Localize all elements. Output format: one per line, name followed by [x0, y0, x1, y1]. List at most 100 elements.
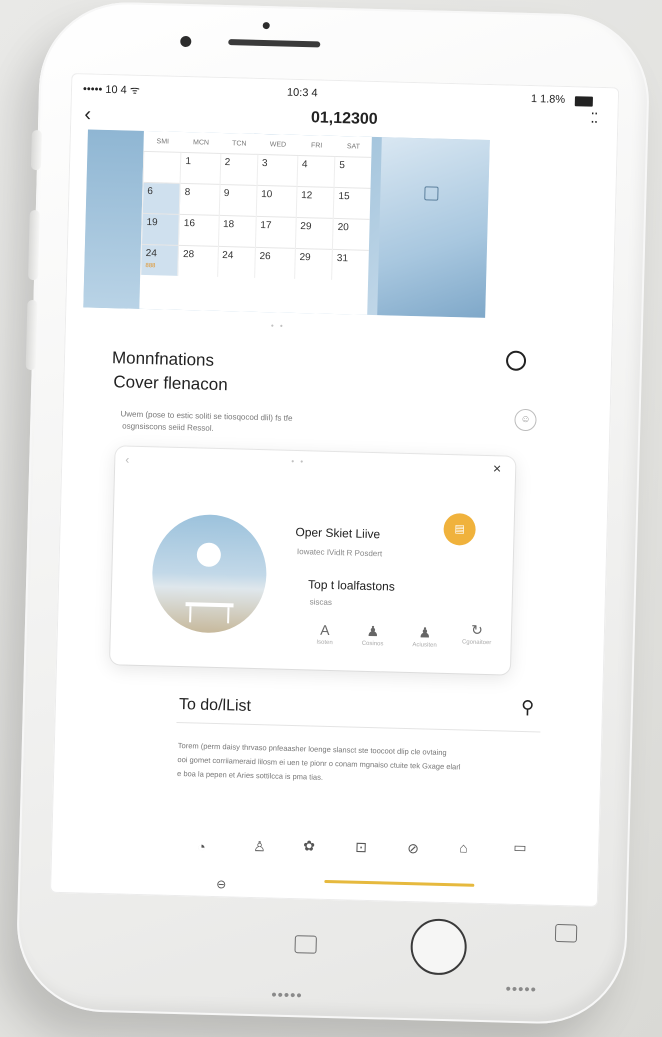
signal-status: ••••• 10 4 ᯤ	[82, 83, 140, 97]
card-pager-dots: • •	[291, 456, 306, 467]
front-camera	[180, 35, 192, 48]
folder-icon[interactable]: ▭	[513, 839, 527, 856]
photo-icon	[424, 186, 439, 201]
action-isoten[interactable]: A Isoten	[303, 621, 348, 646]
active-tab-indicator	[324, 879, 475, 887]
weekday-label: MCN	[193, 138, 210, 147]
search-icon[interactable]: ⚲	[521, 697, 535, 718]
battery-icon	[574, 96, 593, 107]
earpiece-speaker	[228, 39, 321, 48]
calendar-day[interactable]: 16	[178, 214, 219, 247]
card-title: Oper Skiet Liive	[295, 525, 381, 542]
calendar-day[interactable]: 29	[295, 217, 334, 250]
calendar-day-tag: 888	[145, 263, 156, 270]
calendar-grid: SMI MCN TCN WED FRI SAT 1 2 3 4 5 6 8 9 …	[139, 130, 372, 315]
flower-icon[interactable]: ✿	[303, 837, 315, 854]
todo-text-line3: e boa la pepen et Aries sottilcca is pma…	[177, 769, 324, 782]
person-icon[interactable]: ♙	[253, 838, 266, 855]
action-cgonaitoer[interactable]: ↻ Cgonaitoer	[455, 621, 500, 647]
calendar-left-decor	[83, 129, 144, 309]
calendar-day[interactable]: 8	[179, 183, 220, 216]
calendar-day-number: 24	[145, 248, 157, 260]
section-description-line2: osgnsiscons seiid Ressol.	[122, 421, 214, 433]
volume-up-button	[27, 209, 40, 281]
card-heading2: Top t loalfastons	[307, 577, 395, 594]
emoji-icon[interactable]: ⊖	[216, 877, 226, 891]
bench-shape	[185, 602, 234, 608]
battery-status: 1 1.8%	[530, 93, 566, 106]
calendar-day[interactable]: 17	[255, 216, 297, 249]
camera-icon[interactable]: ⊡	[355, 839, 367, 856]
bench-leg	[227, 607, 230, 624]
bench-leg	[189, 606, 192, 623]
card-photo-disc	[150, 513, 268, 635]
home-button[interactable]	[408, 916, 470, 978]
calendar-day[interactable]: 5	[334, 156, 372, 189]
close-icon[interactable]: ×	[493, 460, 502, 476]
calendar-day[interactable]: 4	[296, 155, 336, 188]
calendar-day[interactable]: 26	[254, 247, 296, 279]
calendar-day[interactable]: 15	[333, 187, 371, 220]
weekday-label: SMI	[156, 137, 170, 146]
calendar-day[interactable]: 12	[296, 186, 335, 219]
clock-icon[interactable]: ◔	[197, 839, 206, 855]
calendar-day[interactable]	[143, 151, 182, 184]
action-cosinos[interactable]: ♟ Cosinos	[351, 623, 396, 648]
calendar-day[interactable]: 1	[180, 152, 221, 185]
volume-down-button	[25, 299, 38, 371]
person-icon: ♟	[366, 622, 380, 640]
media-card: ‹ • • × Oper Skiet Liive Iowatec IVidlt …	[109, 446, 516, 675]
refresh-icon: ↻	[470, 621, 484, 638]
action-label: Isoten	[316, 639, 333, 647]
calendar-day[interactable]: 9	[218, 184, 257, 217]
grid-dots-icon[interactable]: ⁚⁚	[590, 110, 600, 126]
section-title-line1: Monnfnations	[111, 348, 215, 370]
pager-dots: • •	[270, 321, 285, 331]
proximity-sensor	[262, 21, 270, 30]
card-back-icon[interactable]: ‹	[125, 453, 129, 467]
link-icon[interactable]: ⊘	[407, 840, 419, 857]
calendar-day[interactable]: 6	[142, 182, 181, 215]
disc-center	[196, 542, 222, 568]
speaker-grill-left: •••••	[271, 986, 303, 1005]
calendar-day[interactable]: 3	[256, 154, 298, 187]
smiley-icon[interactable]: ☺	[514, 408, 537, 432]
card-sub2: siscas	[309, 597, 333, 608]
status-time: 10:3 4	[286, 86, 318, 100]
chin-square-left	[294, 935, 317, 954]
action-aciusiten[interactable]: ♟ Aciusiten	[402, 624, 447, 649]
document-badge-icon[interactable]: ▤	[443, 512, 477, 546]
calendar-day[interactable]: 31	[331, 249, 369, 281]
calendar-day[interactable]: 28	[177, 245, 218, 277]
pot-icon[interactable]: ⌂	[459, 839, 468, 855]
weekday-label: TCN	[232, 139, 247, 148]
calendar-day[interactable]: 10	[256, 185, 297, 218]
action-label: Cosinos	[361, 640, 384, 648]
weekday-label: SAT	[346, 142, 361, 151]
section-title-line2: Cover flenacon	[113, 372, 228, 395]
action-label: Aciusiten	[412, 642, 437, 649]
mute-switch	[30, 129, 42, 171]
weekday-label: FRI	[310, 141, 323, 150]
calendar-banner: SMI MCN TCN WED FRI SAT 1 2 3 4 5 6 8 9 …	[83, 129, 490, 318]
radio-circle-icon[interactable]	[505, 350, 527, 371]
calendar-day[interactable]: 29	[294, 248, 333, 280]
calendar-day[interactable]: 24 888	[140, 244, 179, 276]
screen: ••••• 10 4 ᯤ 10:3 4 1 1.8% ‹ 01,12300 ⁚⁚…	[49, 73, 620, 908]
calendar-day[interactable]: 18	[217, 215, 257, 248]
weekday-label: WED	[269, 140, 287, 149]
speaker-grill-right: •••••	[505, 980, 538, 999]
todo-divider	[176, 721, 541, 733]
card-subtitle: Iowatec IVidlt R Posdert	[296, 547, 383, 559]
action-label: Cgonaitoer	[461, 639, 492, 647]
calendar-day[interactable]: 19	[141, 213, 180, 246]
chin-square-right	[554, 923, 578, 943]
todo-title: To do/lList	[178, 696, 252, 715]
calendar-day[interactable]: 24	[217, 246, 256, 278]
calendar-day[interactable]: 2	[219, 153, 258, 186]
calendar-day[interactable]: 20	[332, 218, 370, 251]
phone-frame: ••••• 10 4 ᯤ 10:3 4 1 1.8% ‹ 01,12300 ⁚⁚…	[14, 0, 652, 1026]
person-icon: ♟	[418, 624, 432, 641]
calendar-decor-image	[377, 137, 490, 318]
letter-a-icon: A	[320, 621, 330, 638]
